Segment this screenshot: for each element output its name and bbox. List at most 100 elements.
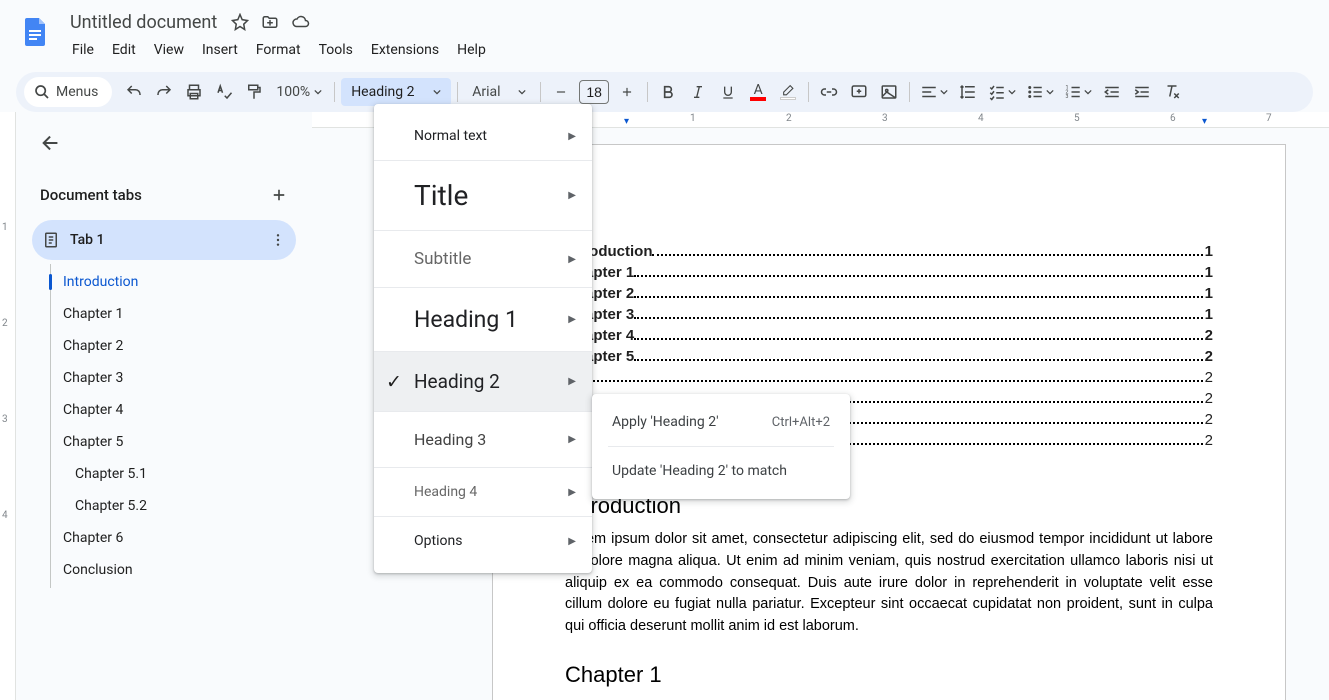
style-label: Options xyxy=(414,533,462,549)
menu-help[interactable]: Help xyxy=(449,38,494,62)
zoom-value: 100% xyxy=(276,84,310,100)
toc-page: 1 xyxy=(1205,283,1213,304)
insert-image-button[interactable] xyxy=(875,78,903,106)
submenu-arrow-icon: ▶ xyxy=(568,487,576,498)
style-option-normal[interactable]: Normal text▶ xyxy=(374,112,592,161)
move-icon[interactable] xyxy=(261,13,279,31)
toc-dots xyxy=(634,275,1202,277)
toc-row[interactable]: Chapter 31 xyxy=(565,304,1213,325)
checklist-button[interactable] xyxy=(984,78,1020,106)
underline-button[interactable] xyxy=(714,78,742,106)
style-option-h3[interactable]: Heading 3▶ xyxy=(374,412,592,468)
tab-item[interactable]: Tab 1 xyxy=(32,220,296,260)
toc-row[interactable]: Chapter 42 xyxy=(565,325,1213,346)
style-option-title[interactable]: Title▶ xyxy=(374,161,592,231)
menu-extensions[interactable]: Extensions xyxy=(363,38,447,62)
submenu-arrow-icon: ▶ xyxy=(568,434,576,445)
outline-item[interactable]: Chapter 1 xyxy=(51,298,296,330)
paragraph[interactable]: Lorem ipsum dolor sit amet, consectetur … xyxy=(565,529,1213,638)
outline-item[interactable]: Chapter 5.2 xyxy=(51,490,296,522)
separator xyxy=(608,446,834,447)
undo-button[interactable] xyxy=(120,78,148,106)
tab-label: Tab 1 xyxy=(70,232,104,248)
search-menus[interactable]: Menus xyxy=(24,77,112,107)
outline-item[interactable]: Chapter 5 xyxy=(51,426,296,458)
submenu-arrow-icon: ▶ xyxy=(568,254,576,265)
menu-tools[interactable]: Tools xyxy=(311,38,361,62)
toc-page: 2 xyxy=(1205,388,1213,409)
style-option-h2[interactable]: ✓Heading 2▶ xyxy=(374,352,592,412)
align-button[interactable] xyxy=(916,78,952,106)
toc-page: 1 xyxy=(1205,262,1213,283)
menu-file[interactable]: File xyxy=(64,38,102,62)
menu-edit[interactable]: Edit xyxy=(104,38,144,62)
toc-row[interactable]: Chapter 11 xyxy=(565,262,1213,283)
outline-item[interactable]: Introduction xyxy=(51,266,296,298)
paint-format-button[interactable] xyxy=(240,78,268,106)
redo-button[interactable] xyxy=(150,78,178,106)
style-option-h4[interactable]: Heading 4 ▶ xyxy=(374,468,592,517)
docs-logo-icon[interactable] xyxy=(16,12,56,52)
outline-item[interactable]: Chapter 4 xyxy=(51,394,296,426)
clear-formatting-button[interactable] xyxy=(1158,78,1186,106)
ruler-tick: 3 xyxy=(2,414,8,425)
toc-dots xyxy=(634,317,1202,319)
highlight-color-button[interactable] xyxy=(774,78,802,106)
insert-link-button[interactable] xyxy=(815,78,843,106)
add-tab-button[interactable] xyxy=(270,186,288,204)
paragraph-style-selector[interactable]: Heading 2 xyxy=(341,78,451,106)
separator xyxy=(334,82,335,102)
toc-row[interactable]: Chapter 52 xyxy=(565,346,1213,367)
style-label: Heading 4 xyxy=(414,484,477,500)
star-icon[interactable] xyxy=(231,13,249,31)
outline-item[interactable]: Conclusion xyxy=(51,554,296,586)
toc-page: 1 xyxy=(1205,241,1213,262)
ruler-tick: 2 xyxy=(786,113,792,124)
add-comment-button[interactable] xyxy=(845,78,873,106)
outline-item[interactable]: Chapter 3 xyxy=(51,362,296,394)
numbered-list-button[interactable]: 123 xyxy=(1060,78,1096,106)
cloud-status-icon[interactable] xyxy=(291,13,311,31)
check-icon: ✓ xyxy=(386,370,402,393)
separator xyxy=(909,82,910,102)
outline-item[interactable]: Chapter 2 xyxy=(51,330,296,362)
bold-button[interactable] xyxy=(654,78,682,106)
line-spacing-button[interactable] xyxy=(954,78,982,106)
decrease-font-size[interactable] xyxy=(547,78,575,106)
separator xyxy=(647,82,648,102)
update-heading-2[interactable]: Update 'Heading 2' to match xyxy=(592,451,850,491)
decrease-indent-button[interactable] xyxy=(1098,78,1126,106)
spellcheck-button[interactable] xyxy=(210,78,238,106)
apply-heading-2[interactable]: Apply 'Heading 2' Ctrl+Alt+2 xyxy=(592,402,850,442)
ruler-tick: 7 xyxy=(1266,113,1272,124)
outline-item[interactable]: Chapter 5.1 xyxy=(51,458,296,490)
indent-marker-right[interactable]: ▾ xyxy=(1202,116,1207,127)
indent-marker-left[interactable]: ▾ xyxy=(624,116,629,127)
toc-row[interactable]: Introduction1 xyxy=(565,241,1213,262)
toc-row[interactable]: 2 xyxy=(565,367,1213,388)
submenu-arrow-icon: ▶ xyxy=(568,190,576,201)
zoom-selector[interactable]: 100% xyxy=(270,78,328,106)
heading-chapter-1[interactable]: Chapter 1 xyxy=(565,662,1213,688)
style-option-options[interactable]: Options▶ xyxy=(374,517,592,565)
style-option-h1[interactable]: Heading 1▶ xyxy=(374,288,592,352)
document-title[interactable]: Untitled document xyxy=(64,10,223,35)
print-button[interactable] xyxy=(180,78,208,106)
menu-view[interactable]: View xyxy=(146,38,192,62)
text-color-button[interactable]: A xyxy=(744,78,772,106)
italic-button[interactable] xyxy=(684,78,712,106)
submenu-arrow-icon: ▶ xyxy=(568,314,576,325)
heading-2-submenu: Apply 'Heading 2' Ctrl+Alt+2 Update 'Hea… xyxy=(592,394,850,499)
font-size-input[interactable] xyxy=(579,80,609,104)
increase-indent-button[interactable] xyxy=(1128,78,1156,106)
increase-font-size[interactable] xyxy=(613,78,641,106)
menu-insert[interactable]: Insert xyxy=(194,38,246,62)
font-selector[interactable]: Arial xyxy=(464,78,534,106)
back-arrow-button[interactable] xyxy=(36,128,66,158)
outline-item[interactable]: Chapter 6 xyxy=(51,522,296,554)
style-option-subtitle[interactable]: Subtitle▶ xyxy=(374,231,592,288)
menu-format[interactable]: Format xyxy=(248,38,309,62)
toc-row[interactable]: Chapter 21 xyxy=(565,283,1213,304)
bulleted-list-button[interactable] xyxy=(1022,78,1058,106)
tab-more-button[interactable] xyxy=(270,232,286,248)
